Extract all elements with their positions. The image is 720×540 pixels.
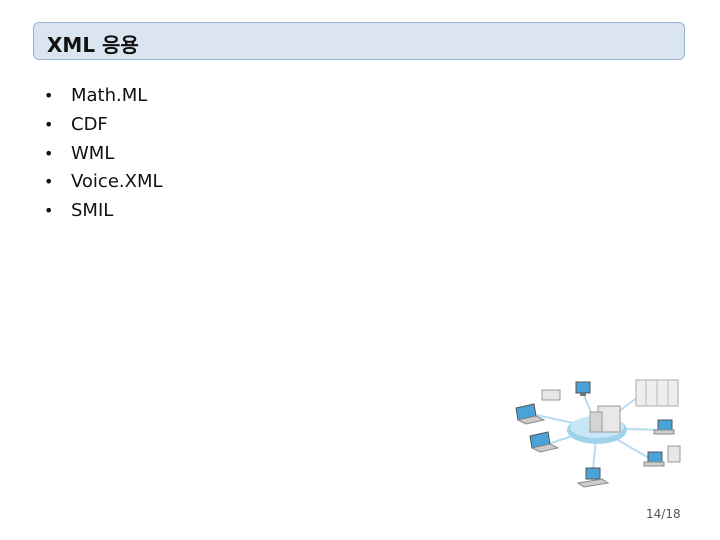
monitor-icon [575, 381, 591, 396]
bullet-dot: • [44, 201, 54, 221]
bullet-dot: • [44, 114, 54, 134]
server-rack-icon [635, 379, 679, 407]
laptop-icon [576, 467, 610, 488]
page-number: 14/18 [646, 507, 681, 521]
laptop-icon [653, 419, 675, 435]
bullet-text: WML [71, 142, 115, 164]
laptop-icon [643, 451, 665, 467]
network-diagram-icon [512, 362, 682, 500]
bullet-text: Math.ML [71, 85, 148, 106]
laptop-icon [515, 403, 546, 425]
bullet-dot: • [44, 143, 54, 163]
bullet-text: Voice.XML [71, 171, 163, 193]
bullet-text: CDF [71, 113, 108, 135]
server-icon [589, 405, 621, 433]
slide-title-bar: XML 응용 [33, 22, 685, 60]
bullet-dot: • [44, 172, 54, 192]
bullet-text: SMIL [71, 200, 114, 222]
slide-title: XML 응용 [47, 33, 139, 57]
bullet-dot: • [44, 86, 54, 105]
